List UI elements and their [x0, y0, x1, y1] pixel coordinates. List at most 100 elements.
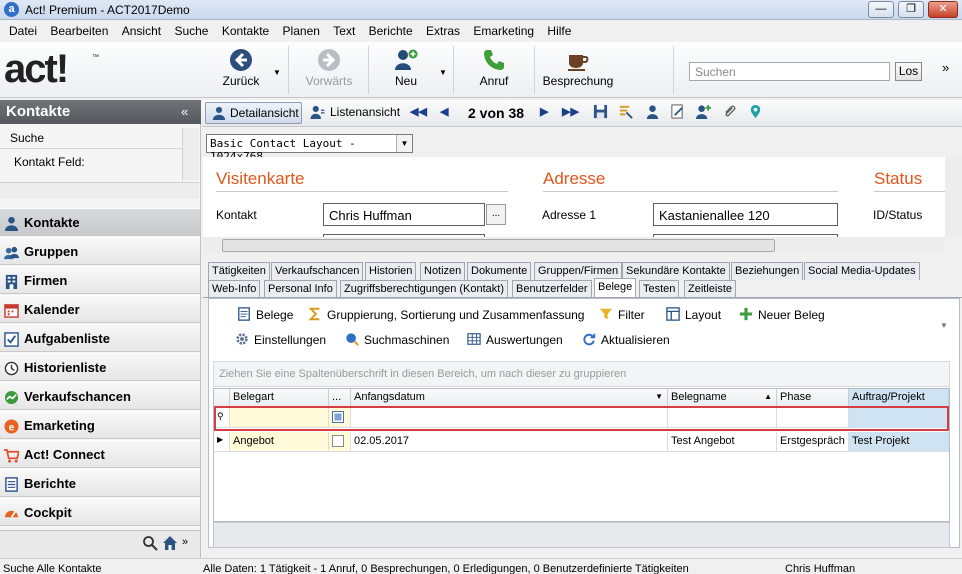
menu-hilfe[interactable]: Hilfe: [547, 21, 571, 38]
table-cell-belegname[interactable]: Test Angebot: [668, 432, 777, 452]
lookup-icon[interactable]: [618, 104, 633, 119]
form-scroll-thumb[interactable]: [222, 239, 775, 252]
sidebar-item-verkaufschancen[interactable]: Verkaufschancen: [0, 382, 200, 410]
add-contact-icon[interactable]: [696, 104, 711, 119]
tab-testen[interactable]: Testen: [639, 280, 680, 298]
tab-dokumente[interactable]: Dokumente: [467, 262, 532, 280]
table-cell-phase[interactable]: Erstgespräch: [777, 432, 849, 452]
tab-taetigkeiten[interactable]: Tätigkeiten: [208, 262, 270, 280]
collapse-sidebar-icon[interactable]: «: [181, 104, 188, 119]
table-cell-auftrag-projekt[interactable]: Test Projekt: [849, 432, 949, 452]
detail-view-button[interactable]: Detailansicht: [205, 102, 302, 124]
forward-button[interactable]: Vorwärts: [298, 44, 360, 96]
menu-suche[interactable]: Suche: [174, 21, 208, 38]
table-cell-checkbox[interactable]: [329, 432, 351, 452]
sidebar-item-kalender[interactable]: Kalender: [0, 295, 200, 323]
search-input[interactable]: Suchen: [689, 62, 890, 81]
tab-web-info[interactable]: Web-Info: [208, 280, 261, 298]
tab-verkaufschancen[interactable]: Verkaufschancen: [271, 262, 364, 280]
sidebar-item-aufgabenliste[interactable]: Aufgabenliste: [0, 324, 200, 352]
tab-sekundaere-kontakte[interactable]: Sekundäre Kontakte: [622, 262, 730, 280]
sidebar-item-act-connect[interactable]: Act! Connect: [0, 440, 200, 468]
sidebar-horizontal-scrollbar[interactable]: [0, 182, 199, 199]
toolbar-more-icon[interactable]: ▼: [940, 321, 948, 330]
column-header-more[interactable]: ...: [329, 389, 351, 407]
tab-zeitleiste[interactable]: Zeitleiste: [684, 280, 737, 298]
sort-dropdown-icon[interactable]: ▼: [655, 392, 663, 401]
evaluations-button[interactable]: Auswertungen: [467, 332, 563, 347]
meeting-button[interactable]: Besprechung: [541, 44, 615, 96]
row-expand-icon[interactable]: ▶: [214, 432, 230, 452]
attachment-icon[interactable]: [722, 104, 737, 119]
back-dropdown-icon[interactable]: ▼: [273, 68, 281, 77]
table-cell-belegart[interactable]: Angebot: [230, 432, 329, 452]
contact-field[interactable]: Chris Huffman: [323, 203, 485, 226]
column-header-phase[interactable]: Phase: [777, 389, 849, 407]
settings-button[interactable]: Einstellungen: [235, 332, 326, 347]
first-record-icon[interactable]: ◀◀: [410, 105, 427, 118]
sidebar-item-gruppen[interactable]: Gruppen: [0, 237, 200, 265]
filter-button[interactable]: Filter: [599, 307, 645, 322]
edit-document-icon[interactable]: [670, 104, 685, 119]
address-field[interactable]: Kastanienallee 120: [653, 203, 838, 226]
contact-lookup-button[interactable]: ...: [486, 204, 506, 225]
menu-planen[interactable]: Planen: [283, 21, 320, 38]
sidebar-item-emarketing[interactable]: e Emarketing: [0, 411, 200, 439]
tab-personal-info[interactable]: Personal Info: [264, 280, 337, 298]
contact-small-icon[interactable]: [645, 104, 660, 119]
sidebar-vertical-scrollbar[interactable]: [182, 128, 199, 180]
tab-benutzerfelder[interactable]: Benutzerfelder: [512, 280, 592, 298]
layout-select[interactable]: Basic Contact Layout - 1024x768: [206, 134, 413, 163]
sidebar-item-cockpit[interactable]: Cockpit: [0, 498, 200, 526]
maximize-button[interactable]: ❐: [898, 1, 924, 18]
new-receipt-button[interactable]: Neuer Beleg: [739, 307, 825, 322]
minimize-button[interactable]: —: [868, 1, 894, 18]
previous-record-icon[interactable]: ◀: [440, 105, 448, 118]
menu-datei[interactable]: Datei: [9, 21, 37, 38]
tab-zugriffsberechtigungen[interactable]: Zugriffsberechtigungen (Kontakt): [340, 280, 508, 298]
search-go-button[interactable]: Los: [895, 62, 922, 81]
new-dropdown-icon[interactable]: ▼: [439, 68, 447, 77]
toolbar-overflow-icon[interactable]: »: [942, 60, 949, 75]
tab-beziehungen[interactable]: Beziehungen: [731, 262, 804, 280]
column-header-auftrag-projekt[interactable]: Auftrag/Projekt: [849, 389, 949, 407]
tab-belege[interactable]: Belege: [594, 278, 637, 297]
refresh-button[interactable]: Aktualisieren: [582, 332, 670, 347]
menu-text[interactable]: Text: [333, 21, 355, 38]
map-pin-icon[interactable]: [748, 104, 763, 119]
last-record-icon[interactable]: ▶▶: [562, 105, 579, 118]
sidebar-item-historienliste[interactable]: Historienliste: [0, 353, 200, 381]
menu-emarketing[interactable]: Emarketing: [473, 21, 534, 38]
sidebar-item-kontakte[interactable]: Kontakte: [0, 208, 200, 236]
menu-kontakte[interactable]: Kontakte: [222, 21, 269, 38]
menu-extras[interactable]: Extras: [426, 21, 460, 38]
sidebar-item-firmen[interactable]: Firmen: [0, 266, 200, 294]
tab-social-media[interactable]: Social Media-Updates: [804, 262, 920, 280]
table-cell-anfangsdatum[interactable]: 02.05.2017: [351, 432, 668, 452]
menu-bearbeiten[interactable]: Bearbeiten: [50, 21, 108, 38]
column-header-anfangsdatum[interactable]: Anfangsdatum ▼: [351, 389, 668, 407]
sidebar-item-berichte[interactable]: Berichte: [0, 469, 200, 497]
back-button[interactable]: Zurück: [215, 44, 267, 96]
home-icon[interactable]: [162, 535, 178, 551]
search-engines-button[interactable]: Suchmaschinen: [345, 332, 449, 347]
checkbox-icon[interactable]: [332, 435, 344, 447]
search-icon[interactable]: [142, 535, 158, 551]
call-button[interactable]: Anruf: [471, 44, 517, 96]
tab-notizen[interactable]: Notizen: [420, 262, 466, 280]
menu-ansicht[interactable]: Ansicht: [122, 21, 161, 38]
tab-historien[interactable]: Historien: [365, 262, 417, 280]
next-record-icon[interactable]: ▶: [540, 105, 548, 118]
list-view-button[interactable]: Listenansicht: [310, 102, 400, 124]
belege-button[interactable]: Belege: [237, 307, 293, 322]
group-by-area[interactable]: Ziehen Sie eine Spaltenüberschrift in di…: [213, 361, 950, 387]
close-button[interactable]: ✕: [928, 1, 958, 18]
menu-berichte[interactable]: Berichte: [369, 21, 413, 38]
column-header-belegname[interactable]: Belegname ▲: [668, 389, 777, 407]
form-vertical-scrollbar[interactable]: [945, 157, 962, 237]
save-icon[interactable]: [593, 104, 608, 119]
new-button[interactable]: Neu: [385, 44, 427, 96]
chevron-down-icon[interactable]: ▼: [396, 135, 412, 152]
layout-button[interactable]: Layout: [666, 307, 721, 322]
grouping-button[interactable]: Gruppierung, Sortierung und Zusammenfass…: [308, 307, 584, 322]
